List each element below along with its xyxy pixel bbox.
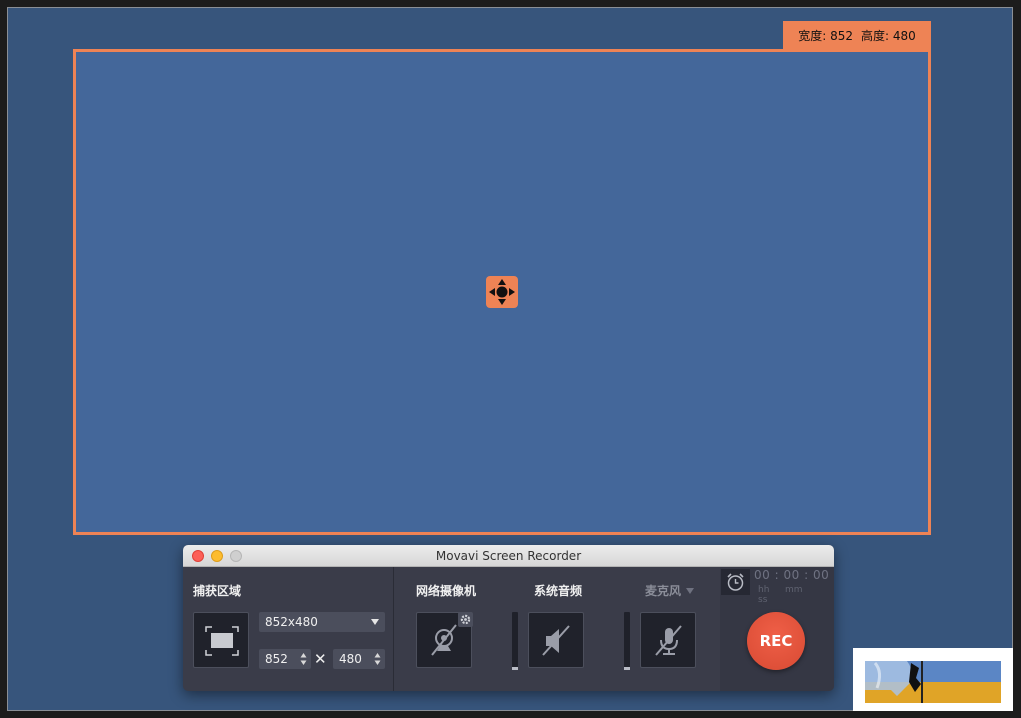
schedule-timer-button[interactable]: [721, 569, 750, 595]
window-title: Movavi Screen Recorder: [435, 549, 582, 563]
timer-separator: :: [774, 568, 780, 582]
alarm-clock-icon: [727, 573, 744, 591]
timer-hours[interactable]: 00: [754, 568, 770, 582]
system-audio-title: 系统音频: [534, 584, 583, 598]
minimize-window-button[interactable]: [211, 550, 223, 562]
timer-seconds-unit: ss: [758, 595, 768, 605]
preview-thumbnail: [853, 648, 1013, 711]
timer-minutes[interactable]: 00: [783, 568, 799, 582]
system-audio-toggle-button[interactable]: [528, 612, 584, 668]
move-handle-icon[interactable]: [486, 276, 518, 308]
recorder-window: Movavi Screen Recorder 捕获区域 852x480 852 …: [183, 545, 834, 691]
height-value: 480: [339, 652, 362, 666]
window-titlebar[interactable]: Movavi Screen Recorder: [183, 545, 834, 567]
timer-separator: :: [804, 568, 809, 582]
speaker-muted-icon: [542, 625, 570, 656]
capture-area-icon: [205, 626, 239, 656]
timer-seconds[interactable]: 00: [813, 568, 829, 582]
close-window-button[interactable]: [192, 550, 204, 562]
height-readout: 高度: 480: [861, 29, 916, 43]
select-area-button[interactable]: [193, 612, 249, 668]
microphone-level-meter: [624, 612, 630, 670]
timer-hours-unit: hh: [758, 585, 770, 595]
rec-button[interactable]: REC: [747, 612, 805, 670]
width-value: 852: [265, 652, 288, 666]
timer-units: hh mm ss: [758, 585, 834, 605]
height-stepper[interactable]: 480: [333, 649, 385, 669]
timer-display[interactable]: 00 : 00 : 00: [754, 568, 829, 582]
stepper-arrows-icon[interactable]: [374, 652, 381, 666]
zoom-window-button[interactable]: [230, 550, 242, 562]
timer-minutes-unit: mm: [785, 585, 803, 595]
capture-area-title: 捕获区域: [193, 584, 242, 598]
gear-icon: [460, 614, 471, 625]
resolution-preset-dropdown[interactable]: 852x480: [259, 612, 385, 632]
stepper-arrows-icon[interactable]: [300, 652, 307, 666]
preset-value: 852x480: [265, 615, 318, 629]
level-fill: [512, 667, 518, 670]
webcam-title: 网络摄像机: [416, 584, 477, 598]
mic-off-icon: [655, 625, 682, 656]
chevron-down-icon: [371, 619, 379, 625]
webcam-settings-button[interactable]: [458, 612, 473, 627]
chevron-down-icon[interactable]: [686, 588, 694, 594]
width-readout: 宽度: 852: [798, 29, 853, 43]
times-icon: ✕: [314, 650, 327, 668]
microphone-title[interactable]: 麦克风: [645, 582, 681, 599]
width-stepper[interactable]: 852: [259, 649, 311, 669]
dimensions-badge: 宽度: 852 高度: 480: [783, 21, 931, 50]
microphone-toggle-button[interactable]: [640, 612, 696, 668]
section-divider: [393, 567, 394, 691]
level-fill: [624, 667, 630, 670]
system-audio-level-meter: [512, 612, 518, 670]
